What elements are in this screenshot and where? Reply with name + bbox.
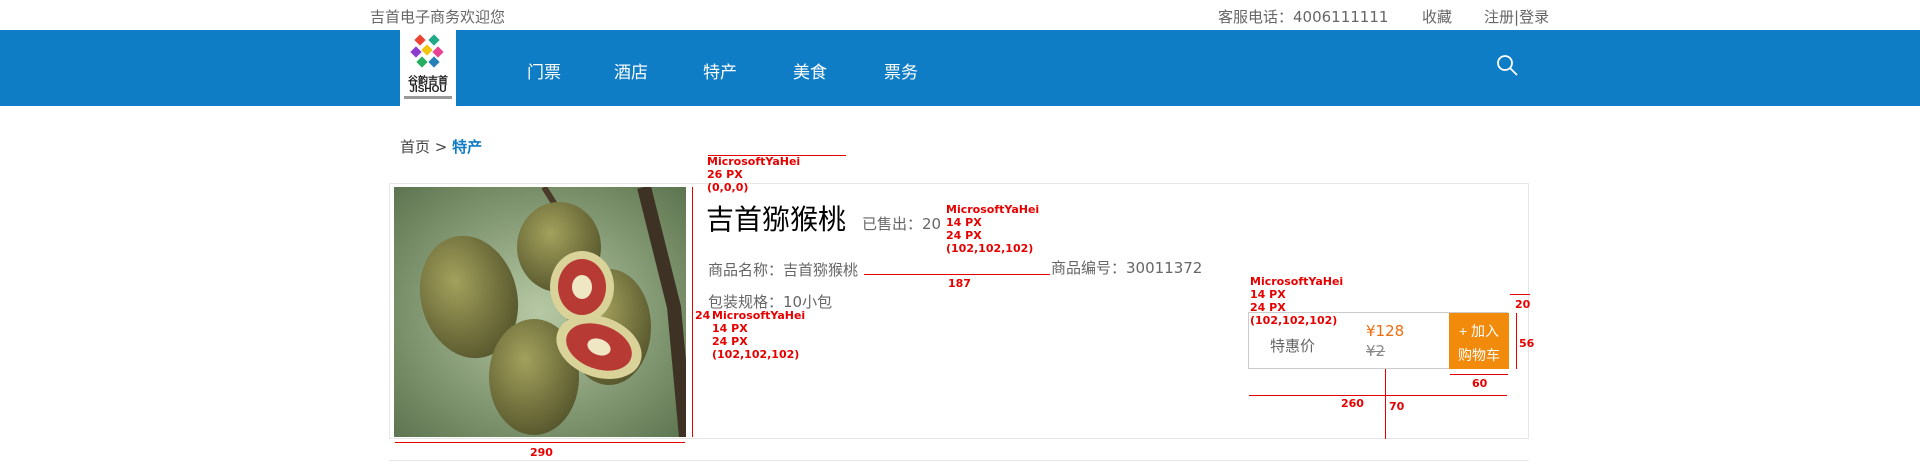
logo-en-text: JISHOU bbox=[409, 84, 447, 95]
top-bar bbox=[0, 0, 1920, 30]
annotation-dim-260: 260 bbox=[1341, 397, 1364, 410]
logo-mark-green2 bbox=[416, 56, 428, 68]
cart-line2: 购物车 bbox=[1458, 347, 1500, 363]
annotation-dim-70: 70 bbox=[1389, 400, 1405, 413]
logo-subline bbox=[404, 96, 452, 99]
register-link[interactable]: 注册 bbox=[1484, 8, 1514, 26]
logo-mark-purple bbox=[410, 46, 422, 58]
breadcrumb-current: 特产 bbox=[452, 138, 483, 156]
logo-mark-yellow bbox=[421, 44, 433, 56]
nav-item-hotel[interactable]: 酒店 bbox=[614, 58, 648, 83]
annotation-line bbox=[1450, 374, 1508, 375]
nav-item-food[interactable]: 美食 bbox=[793, 58, 827, 83]
annotation-line bbox=[864, 274, 1050, 275]
nav-item-specialty[interactable]: 特产 bbox=[703, 58, 737, 83]
annotation-dim-24: 24 bbox=[695, 309, 711, 322]
price-old: ¥2 bbox=[1366, 342, 1386, 360]
annotation-dim-56: 56 bbox=[1519, 337, 1535, 350]
deal-label: 特惠价 bbox=[1270, 337, 1316, 355]
welcome-text: 吉首电子商务欢迎您 bbox=[370, 8, 506, 26]
auth-links: 注册|登录 bbox=[1484, 6, 1549, 27]
annotation-dim-20: 20 bbox=[1515, 298, 1531, 311]
annotation-line bbox=[1516, 313, 1517, 369]
product-name: 商品名称：吉首猕猴桃 bbox=[708, 261, 859, 279]
breadcrumb-sep: > bbox=[434, 138, 448, 156]
logo-mark-green bbox=[428, 34, 440, 46]
next-panel-edge bbox=[389, 460, 1529, 465]
favorite-link[interactable]: 收藏 bbox=[1422, 6, 1452, 27]
nav-item-tickets[interactable]: 门票 bbox=[527, 58, 561, 83]
logo-mark-red bbox=[414, 34, 426, 46]
annotation-title-font: MicrosoftYaHei 26 PX (0,0,0) bbox=[707, 155, 801, 194]
login-link[interactable]: 登录 bbox=[1519, 8, 1549, 26]
annotation-line bbox=[1510, 294, 1530, 295]
nav-item-ticketing[interactable]: 票务 bbox=[884, 58, 918, 83]
breadcrumb: 首页 > 特产 bbox=[400, 136, 482, 157]
annotation-dim-60: 60 bbox=[1472, 377, 1488, 390]
main-nav bbox=[0, 30, 1920, 106]
sold-count: 已售出：20 bbox=[862, 215, 942, 233]
annotation-line bbox=[1385, 369, 1386, 439]
site-logo[interactable]: 谷韵吉首 JISHOU bbox=[400, 30, 456, 106]
product-code: 商品编号：30011372 bbox=[1051, 259, 1203, 277]
annotation-spec-font: MicrosoftYaHei 14 PX 24 PX (102,102,102) bbox=[712, 309, 806, 361]
annotation-line bbox=[708, 155, 846, 156]
price-now: ¥128 bbox=[1366, 322, 1405, 340]
product-image bbox=[394, 187, 686, 437]
annotation-line bbox=[1249, 395, 1507, 396]
annotation-price-font: MicrosoftYaHei 14 PX 24 PX (102,102,102) bbox=[1250, 275, 1344, 327]
service-phone: 客服电话：4006111111 bbox=[1218, 8, 1389, 26]
breadcrumb-home[interactable]: 首页 bbox=[400, 138, 430, 156]
annotation-dim-187: 187 bbox=[948, 277, 971, 290]
annotation-dim-290: 290 bbox=[530, 446, 553, 459]
product-title: 吉首猕猴桃 bbox=[706, 203, 847, 236]
search-icon[interactable] bbox=[1496, 54, 1518, 76]
annotation-line bbox=[395, 442, 685, 443]
cart-line1: + 加入 bbox=[1458, 323, 1500, 339]
logo-mark-blue bbox=[428, 56, 440, 68]
add-to-cart-button[interactable]: + 加入购物车 bbox=[1449, 313, 1509, 369]
annotation-line bbox=[692, 187, 693, 437]
annotation-info-font: MicrosoftYaHei 14 PX 24 PX (102,102,102) bbox=[946, 203, 1040, 255]
